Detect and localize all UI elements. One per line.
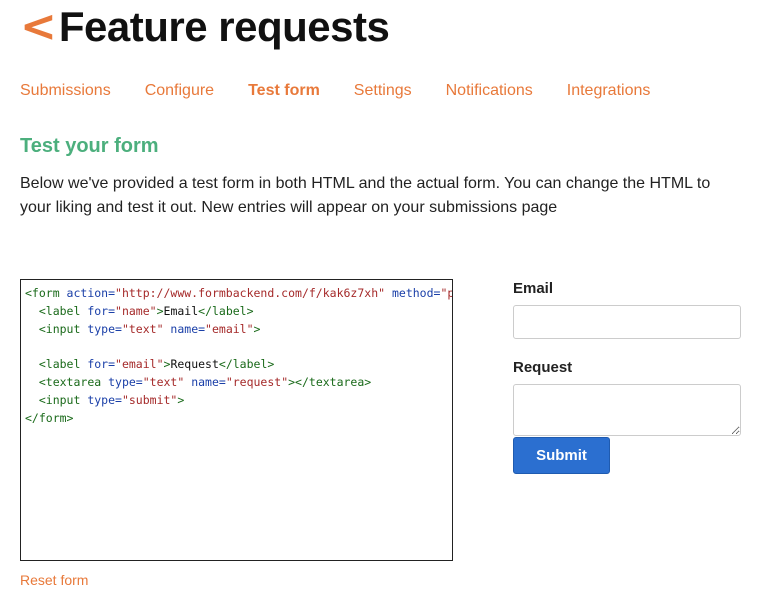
code-value: "http://www.formbackend.com/f/kak6z7xh" — [115, 286, 386, 300]
code-value: "email" — [115, 357, 164, 372]
code-line: <label for="email">Request</label> — [25, 356, 452, 374]
code-tag: <input — [38, 321, 81, 336]
live-test-form: Email Request Submit — [513, 280, 741, 474]
reset-form-link[interactable]: Reset form — [20, 572, 88, 588]
code-line: <input type="text" name="email"> — [25, 321, 452, 339]
code-attr: name= — [184, 374, 226, 389]
tab-bar: Submissions Configure Test form Settings… — [20, 82, 684, 104]
code-tag: <textarea — [38, 374, 102, 389]
tab-notifications[interactable]: Notifications — [446, 82, 533, 104]
code-tag: > — [156, 303, 164, 318]
code-attr: action= — [59, 286, 116, 300]
code-value: "text" — [142, 374, 185, 389]
code-line: <input type="submit"> — [25, 392, 452, 410]
code-value: "post" — [440, 286, 452, 300]
code-tag: > — [253, 321, 261, 336]
code-value: "request" — [225, 374, 289, 389]
tab-settings[interactable]: Settings — [354, 82, 412, 104]
code-line: <label for="name">Email</label> — [25, 303, 452, 321]
html-code-editor[interactable]: <form action="http://www.formbackend.com… — [20, 279, 453, 561]
code-tag: <label — [38, 303, 81, 318]
request-textarea[interactable] — [513, 384, 741, 436]
code-attr: type= — [101, 374, 143, 389]
page-header: < Feature requests — [20, 0, 390, 54]
intro-text: Below we've provided a test form in both… — [20, 175, 711, 216]
tab-submissions[interactable]: Submissions — [20, 82, 111, 104]
code-tag: <form — [25, 286, 60, 300]
code-attr: type= — [80, 392, 122, 407]
tab-integrations[interactable]: Integrations — [567, 82, 651, 104]
code-tag: ></textarea> — [288, 374, 372, 389]
code-tag: </form> — [25, 410, 74, 425]
submit-button[interactable]: Submit — [513, 437, 610, 474]
email-label: Email — [513, 280, 554, 297]
code-tag: </label> — [198, 303, 254, 318]
code-value: "email" — [205, 321, 254, 336]
code-line: </form> — [25, 410, 452, 428]
back-chevron-icon[interactable]: < — [20, 0, 57, 54]
request-label: Request — [513, 359, 573, 376]
tab-test-form[interactable]: Test form — [248, 82, 320, 104]
code-value: "text" — [121, 321, 164, 336]
code-attr: method= — [385, 286, 441, 300]
email-field[interactable] — [513, 305, 741, 339]
code-tag: > — [177, 392, 185, 407]
tab-configure[interactable]: Configure — [145, 82, 214, 104]
section-title: Test your form — [20, 135, 159, 157]
code-tag: <label — [38, 357, 81, 372]
code-value: "name" — [115, 303, 157, 318]
code-attr: for= — [80, 357, 116, 372]
code-tag: </label> — [218, 357, 275, 372]
code-tag: <input — [38, 392, 81, 407]
code-attr: type= — [80, 321, 122, 336]
code-value: "submit" — [121, 392, 178, 407]
code-line: <form action="http://www.formbackend.com… — [25, 285, 452, 303]
code-text: Request — [170, 357, 219, 372]
code-text: Email — [163, 303, 199, 318]
code-line: <textarea type="text" name="request"></t… — [25, 374, 452, 392]
code-attr: for= — [80, 303, 116, 318]
code-attr: name= — [163, 321, 206, 336]
page-title: Feature requests — [58, 3, 390, 50]
